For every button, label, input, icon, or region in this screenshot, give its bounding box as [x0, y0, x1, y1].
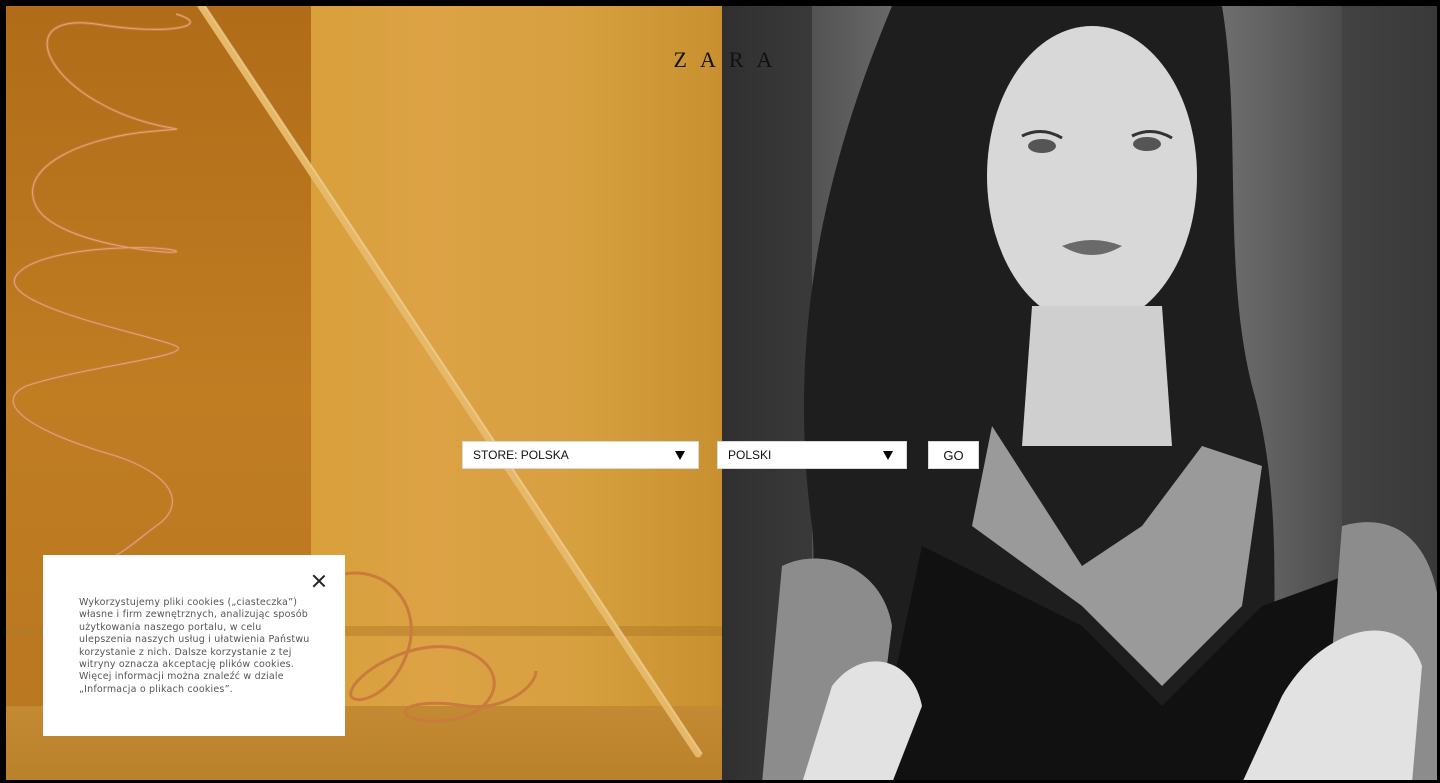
hero-image-right — [722, 6, 1437, 780]
store-select[interactable]: STORE: POLSKA — [462, 441, 699, 469]
language-select[interactable]: POLSKI — [717, 441, 907, 469]
landing-page: ZARA STORE: POLSKA POLSKI GO Wykorzystuj… — [0, 0, 1440, 783]
close-icon[interactable] — [312, 574, 326, 588]
caret-down-icon — [883, 450, 893, 460]
brand-logo[interactable]: ZARA — [3, 47, 1437, 73]
hero-right-portrait — [722, 6, 1437, 780]
go-button[interactable]: GO — [928, 441, 979, 469]
cookie-notice: Wykorzystujemy pliki cookies („ciasteczk… — [43, 555, 345, 736]
store-select-value: STORE: POLSKA — [473, 448, 569, 462]
language-select-value: POLSKI — [728, 448, 772, 462]
caret-down-icon — [675, 450, 685, 460]
cookie-notice-text: Wykorzystujemy pliki cookies („ciasteczk… — [79, 597, 310, 695]
copper-spiral-upper — [11, 12, 192, 563]
copper-spiral-lower — [335, 571, 538, 723]
